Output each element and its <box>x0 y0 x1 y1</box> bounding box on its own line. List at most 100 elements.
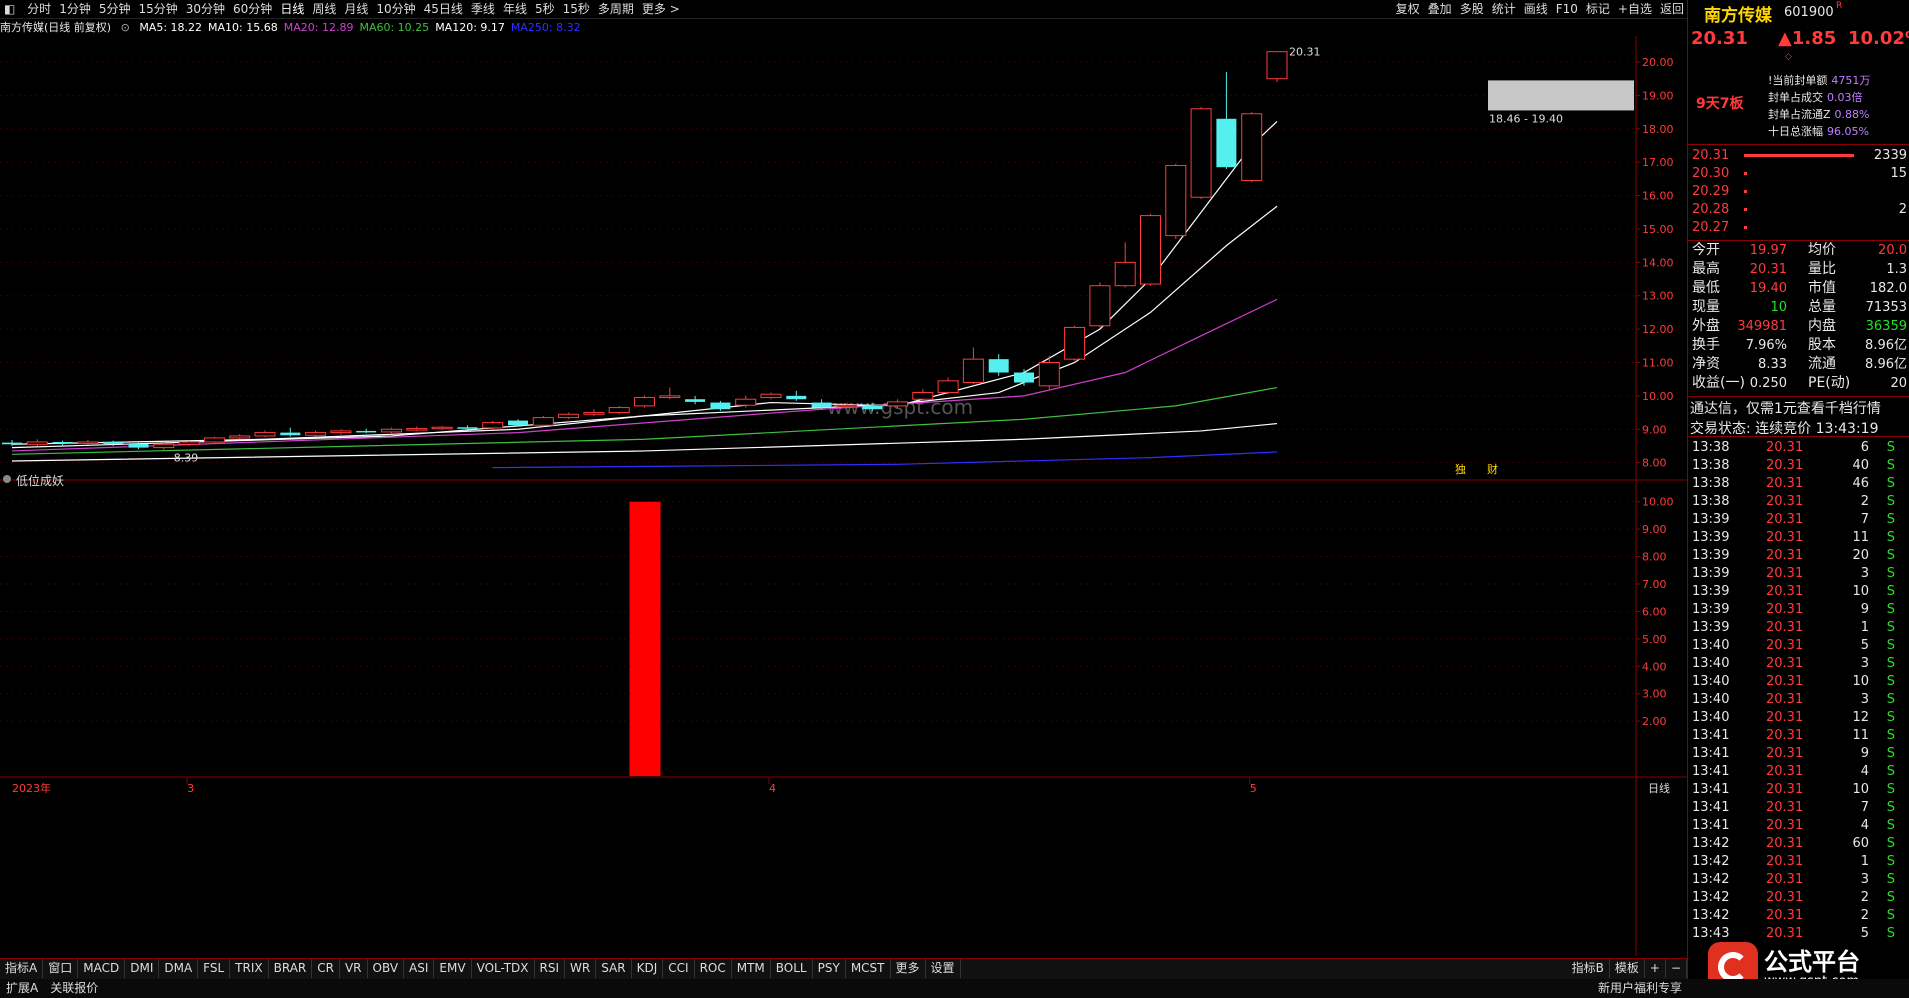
tick-time: 13:38 <box>1692 494 1730 509</box>
indicator-tab[interactable]: 指标A <box>0 959 44 978</box>
stat-value: 8.96亿 <box>1865 338 1907 353</box>
period-tab[interactable]: 10分钟 <box>372 0 419 18</box>
y-tick-label: 9.00 <box>1642 523 1667 536</box>
tick-price: 20.31 <box>1766 440 1804 455</box>
period-tab[interactable]: 1分钟 <box>55 0 95 18</box>
period-tab[interactable]: 30分钟 <box>182 0 229 18</box>
tick-price: 20.31 <box>1766 512 1804 527</box>
candle <box>1140 213 1161 286</box>
tick-row: 13:38 20.31 2 S <box>1690 492 1909 511</box>
period-tab[interactable]: 15分钟 <box>134 0 181 18</box>
period-tab[interactable]: 更多 > <box>638 0 684 18</box>
indicator-tab[interactable]: 更多 <box>891 959 926 978</box>
indicator-tab[interactable]: − <box>1666 959 1687 978</box>
indicator-tab[interactable]: BRAR <box>269 959 313 978</box>
status-item[interactable]: 扩展A <box>0 979 44 998</box>
indicator-tab[interactable]: TRIX <box>230 959 269 978</box>
order-price: 20.28 <box>1692 202 1730 217</box>
indicator-tab[interactable]: CCI <box>663 959 695 978</box>
tool-button[interactable]: F10 <box>1552 0 1582 18</box>
tool-button[interactable]: 统计 <box>1488 0 1520 18</box>
tick-side: S <box>1886 440 1895 455</box>
tick-list[interactable]: 13:38 20.31 6 S 13:38 20.31 40 S 13:38 20.31 46 S 13… <box>1688 438 1909 938</box>
order-volume-bar <box>1744 154 1854 157</box>
tick-time: 13:42 <box>1692 854 1730 869</box>
order-book-row[interactable]: 20.29 <box>1690 182 1909 201</box>
candle <box>2 439 22 446</box>
tool-button[interactable]: 标记 <box>1582 0 1614 18</box>
period-tab[interactable]: 季线 <box>467 0 499 18</box>
tick-side: S <box>1886 782 1895 797</box>
indicator-tab[interactable]: SAR <box>596 959 632 978</box>
tick-time: 13:41 <box>1692 818 1730 833</box>
period-tab[interactable]: 45日线 <box>420 0 467 18</box>
indicator-tab[interactable]: WR <box>565 959 597 978</box>
period-tab[interactable]: 分时 <box>23 0 55 18</box>
menu-icon[interactable]: ◧ <box>0 0 19 18</box>
indicator-tab[interactable]: MTM <box>732 959 771 978</box>
order-book-row[interactable]: 20.27 <box>1690 218 1909 237</box>
tick-volume: 3 <box>1860 566 1869 581</box>
indicator-tab[interactable]: VOL-TDX <box>472 959 535 978</box>
visibility-toggle-icon[interactable]: ⊙ <box>121 21 130 34</box>
order-book-row[interactable]: 20.31 2339 <box>1690 146 1909 165</box>
tool-button[interactable]: 复权 <box>1392 0 1424 18</box>
indicator-tab[interactable]: MACD <box>78 959 126 978</box>
indicator-tab[interactable]: RSI <box>535 959 566 978</box>
period-tab[interactable]: 多周期 <box>594 0 638 18</box>
tick-time: 13:39 <box>1692 548 1730 563</box>
indicator-tab[interactable]: 模板 <box>1610 959 1645 978</box>
period-tab[interactable]: 年线 <box>499 0 531 18</box>
indicator-tab[interactable]: 窗口 <box>43 959 79 978</box>
indicator-tab[interactable]: PSY <box>813 959 846 978</box>
indicator-tab[interactable]: EMV <box>434 959 472 978</box>
order-price: 20.30 <box>1692 166 1730 181</box>
order-book-row[interactable]: 20.28 2 <box>1690 200 1909 219</box>
collapse-icon[interactable]: ◇ <box>1785 52 1792 62</box>
stats-row: 换手 7.96% 股本 8.96亿 <box>1690 336 1909 355</box>
period-tab[interactable]: 日线 <box>276 0 308 18</box>
tick-side: S <box>1886 638 1895 653</box>
indicator-tab[interactable]: ASI <box>404 959 435 978</box>
indicator-tab[interactable]: BOLL <box>771 959 813 978</box>
period-tab[interactable]: 60分钟 <box>229 0 276 18</box>
period-tab[interactable]: 周线 <box>308 0 340 18</box>
promo-link[interactable]: 通达信，仅需1元查看千档行情 <box>1690 398 1881 418</box>
indicator-tab[interactable]: KDJ <box>632 959 664 978</box>
indicator-tab[interactable]: FSL <box>198 959 231 978</box>
promo-status[interactable]: 新用户福利专享 <box>1592 979 1688 998</box>
tick-time: 13:40 <box>1692 656 1730 671</box>
tick-row: 13:41 20.31 10 S <box>1690 780 1909 799</box>
period-tab[interactable]: 5分钟 <box>95 0 135 18</box>
tool-button[interactable]: 多股 <box>1456 0 1488 18</box>
indicator-tab[interactable]: MCST <box>846 959 891 978</box>
stat-label: 总量 <box>1808 299 1836 315</box>
indicator-tab[interactable]: DMA <box>159 959 199 978</box>
status-item[interactable]: 关联报价 <box>44 979 104 998</box>
price-chart[interactable]: 20.00 19.00 18.00 17.00 16.00 15.00 14.00 13.00… <box>0 36 1687 958</box>
tick-time: 13:38 <box>1692 476 1730 491</box>
tool-button[interactable]: 画线 <box>1520 0 1552 18</box>
indicator-tab[interactable]: + <box>1645 959 1666 978</box>
indicator-tab[interactable]: DMI <box>125 959 160 978</box>
tick-side: S <box>1886 656 1895 671</box>
tool-button[interactable]: 叠加 <box>1424 0 1456 18</box>
tick-row: 13:42 20.31 3 S <box>1690 870 1909 889</box>
order-book-row[interactable]: 20.30 15 <box>1690 164 1909 183</box>
period-tab[interactable]: 5秒 <box>531 0 559 18</box>
stats-table: 今开 19.97 均价 20.0 最高 20.31 量比 1.3 最低 19.40 市值 182.0 现… <box>1688 241 1909 396</box>
stat-label: 内盘 <box>1808 318 1836 334</box>
tool-button[interactable]: 返回 <box>1656 0 1688 18</box>
indicator-tab[interactable]: VR <box>340 959 368 978</box>
tick-side: S <box>1886 620 1895 635</box>
period-tab[interactable]: 15秒 <box>559 0 594 18</box>
indicator-tab[interactable]: 指标B <box>1567 959 1610 978</box>
indicator-tab[interactable]: 设置 <box>926 959 961 978</box>
tick-side: S <box>1886 674 1895 689</box>
last-price: 20.31 <box>1691 28 1748 49</box>
indicator-tab[interactable]: CR <box>312 959 340 978</box>
indicator-tab[interactable]: ROC <box>695 959 732 978</box>
period-tab[interactable]: 月线 <box>340 0 372 18</box>
tool-button[interactable]: +自选 <box>1614 0 1656 18</box>
indicator-tab[interactable]: OBV <box>368 959 405 978</box>
